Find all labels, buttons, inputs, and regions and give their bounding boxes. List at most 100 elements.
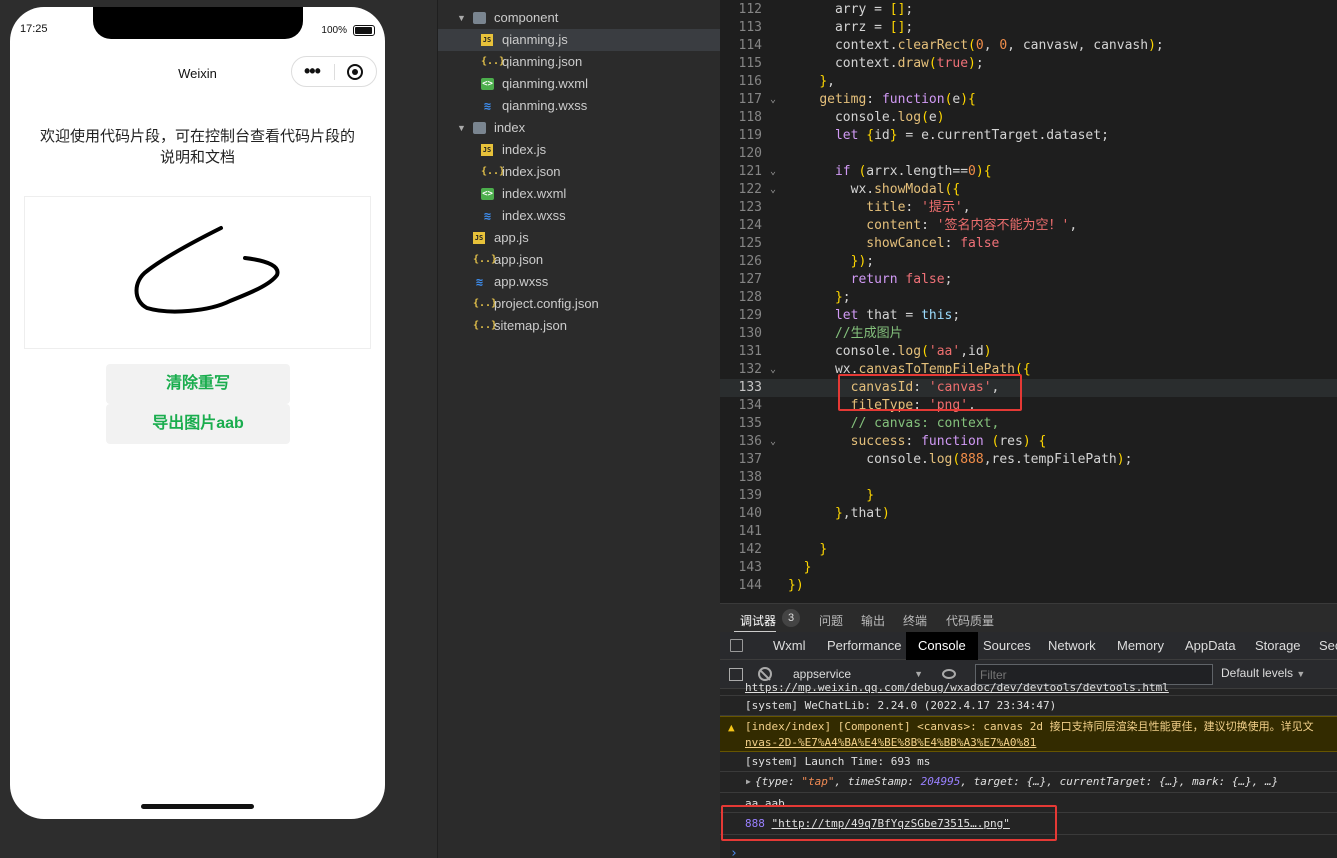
clear-console-icon[interactable]: [758, 667, 772, 681]
more-icon[interactable]: •••: [304, 62, 321, 80]
tree-file[interactable]: <> index.wxml: [438, 183, 721, 205]
fold-chevron-icon[interactable]: ⌄: [770, 163, 776, 181]
code-line[interactable]: 136 ⌄ success: function (res) {: [720, 433, 1337, 451]
devtools-tab-console[interactable]: Console: [906, 632, 978, 660]
code-line[interactable]: 138: [720, 469, 1337, 487]
signature-canvas[interactable]: [24, 196, 371, 349]
code-line[interactable]: 116 },: [720, 73, 1337, 91]
welcome-text: 欢迎使用代码片段，可在控制台查看代码片段的说明和文档: [40, 128, 356, 166]
code-line[interactable]: 127 return false;: [720, 271, 1337, 289]
log-object[interactable]: ▶ {type: "tap", timeStamp: 204995, targe…: [720, 772, 1337, 793]
tab-problems[interactable]: 问题: [819, 612, 843, 629]
code-line[interactable]: 113 arrz = [];: [720, 19, 1337, 37]
code-line[interactable]: 112 arry = [];: [720, 1, 1337, 19]
code-line[interactable]: 134 fileType: 'png',: [720, 397, 1337, 415]
live-expression-eye-icon[interactable]: [942, 669, 956, 679]
tree-label: index.json: [502, 164, 561, 179]
warning-message: ▲ [index/index] [Component] <canvas>: ca…: [720, 716, 1337, 752]
code-text: return false;: [850, 272, 953, 287]
wxss-file-icon: ≋: [475, 275, 484, 289]
code-line[interactable]: 129 let that = this;: [720, 307, 1337, 325]
code-line[interactable]: 124 content: '签名内容不能为空！',: [720, 217, 1337, 235]
home-indicator: [141, 804, 254, 809]
clear-button[interactable]: 清除重写: [106, 364, 290, 404]
devtools-tab-wxml[interactable]: Wxml: [773, 632, 806, 660]
code-line[interactable]: 143 }: [720, 559, 1337, 577]
devtools-tab-storage[interactable]: Storage: [1255, 632, 1301, 660]
tree-file[interactable]: ≋ qianming.wxss: [438, 95, 721, 117]
tab-output[interactable]: 输出: [861, 612, 885, 629]
tree-file[interactable]: {..} app.json: [438, 249, 721, 271]
tree-file[interactable]: {..} project.config.json: [438, 293, 721, 315]
code-editor[interactable]: 112 arry = []; 113 arrz = []; 114 context.…: [720, 0, 1337, 603]
tree-file[interactable]: {..} sitemap.json: [438, 315, 721, 337]
console-sidebar-icon[interactable]: [729, 668, 743, 681]
expand-arrow-icon[interactable]: ▶: [746, 772, 751, 792]
code-line[interactable]: 130 //生成图片: [720, 325, 1337, 343]
code-line[interactable]: 139 }: [720, 487, 1337, 505]
tree-label: sitemap.json: [494, 318, 567, 333]
code-line[interactable]: 144}): [720, 577, 1337, 595]
fold-chevron-icon[interactable]: ⌄: [770, 181, 776, 199]
fold-chevron-icon[interactable]: ⌄: [770, 361, 776, 379]
fold-chevron-icon[interactable]: ⌄: [770, 91, 776, 109]
code-text: }: [819, 542, 828, 557]
code-line[interactable]: 133 canvasId: 'canvas',: [720, 379, 1337, 397]
tree-file[interactable]: ≋ app.wxss: [438, 271, 721, 293]
log-levels-dropdown[interactable]: Default levels ▼: [1221, 666, 1305, 680]
log-line: [system] Launch Time: 693 ms: [720, 752, 1337, 772]
tree-file[interactable]: <> qianming.wxml: [438, 73, 721, 95]
code-line[interactable]: 120: [720, 145, 1337, 163]
devtools-tab-more[interactable]: Sec: [1319, 632, 1337, 660]
code-line[interactable]: 142 }: [720, 541, 1337, 559]
code-line[interactable]: 125 showCancel: false: [720, 235, 1337, 253]
devtools-tab-appdata[interactable]: AppData: [1185, 632, 1236, 660]
fold-chevron-icon[interactable]: ⌄: [770, 433, 776, 451]
devtools-tab-sources[interactable]: Sources: [983, 632, 1031, 660]
tree-file[interactable]: JS index.js: [438, 139, 721, 161]
close-miniprogram-icon[interactable]: [347, 64, 363, 80]
export-image-button[interactable]: 导出图片aab: [106, 404, 290, 444]
devtools-tab-memory[interactable]: Memory: [1117, 632, 1164, 660]
tab-debugger[interactable]: 调试器: [740, 612, 776, 629]
code-line[interactable]: 140 },that): [720, 505, 1337, 523]
chevron-down-icon[interactable]: ▼: [457, 117, 466, 139]
line-number: 116: [738, 74, 762, 89]
code-line[interactable]: 121 ⌄ if (arrx.length==0){: [720, 163, 1337, 181]
tree-file[interactable]: {..} index.json: [438, 161, 721, 183]
tree-folder[interactable]: ▼ index: [438, 117, 721, 139]
warning-link[interactable]: nvas-2D-%E7%A4%BA%E4%BE%8B%E4%BB%A3%E7%A…: [745, 735, 1337, 751]
code-line[interactable]: 135 // canvas: context,: [720, 415, 1337, 433]
chevron-down-icon[interactable]: ▼: [457, 7, 466, 29]
tree-file[interactable]: {..} qianming.json: [438, 51, 721, 73]
devtools-tab-performance[interactable]: Performance: [827, 632, 901, 660]
code-line[interactable]: 123 title: '提示',: [720, 199, 1337, 217]
code-line[interactable]: 115 context.draw(true);: [720, 55, 1337, 73]
code-line[interactable]: 137 console.log(888,res.tempFilePath);: [720, 451, 1337, 469]
code-line[interactable]: 114 context.clearRect(0, 0, canvasw, can…: [720, 37, 1337, 55]
tree-file[interactable]: JS app.js: [438, 227, 721, 249]
code-line[interactable]: 122 ⌄ wx.showModal({: [720, 181, 1337, 199]
code-line[interactable]: 119 let {id} = e.currentTarget.dataset;: [720, 127, 1337, 145]
code-line[interactable]: 126 });: [720, 253, 1337, 271]
line-number: 123: [738, 200, 762, 215]
code-line[interactable]: 132 ⌄ wx.canvasToTempFilePath({: [720, 361, 1337, 379]
code-line[interactable]: 118 console.log(e): [720, 109, 1337, 127]
line-number: 122: [738, 182, 762, 197]
docs-link[interactable]: https://mp.weixin.qq.com/debug/wxadoc/de…: [745, 682, 1169, 694]
code-line[interactable]: 141: [720, 523, 1337, 541]
code-line[interactable]: 131 console.log('aa',id): [720, 343, 1337, 361]
code-line[interactable]: 128 };: [720, 289, 1337, 307]
tab-terminal[interactable]: 终端: [903, 612, 927, 629]
capsule-menu[interactable]: •••: [291, 56, 377, 87]
console-prompt-icon[interactable]: ›: [730, 846, 738, 858]
tree-file[interactable]: ≋ index.wxss: [438, 205, 721, 227]
inspect-element-icon[interactable]: [730, 639, 743, 652]
devtools-window: 17:25 100% Weixin ••• 欢迎使用代码片段，可在控制台查看代码…: [0, 0, 1337, 858]
code-line[interactable]: 117 ⌄ getimg: function(e){: [720, 91, 1337, 109]
context-select-value: appservice: [793, 667, 852, 681]
devtools-tab-network[interactable]: Network: [1048, 632, 1096, 660]
tab-code-quality[interactable]: 代码质量: [946, 612, 994, 629]
tree-file[interactable]: JS qianming.js: [438, 29, 721, 51]
tree-folder[interactable]: ▼ component: [438, 7, 721, 29]
